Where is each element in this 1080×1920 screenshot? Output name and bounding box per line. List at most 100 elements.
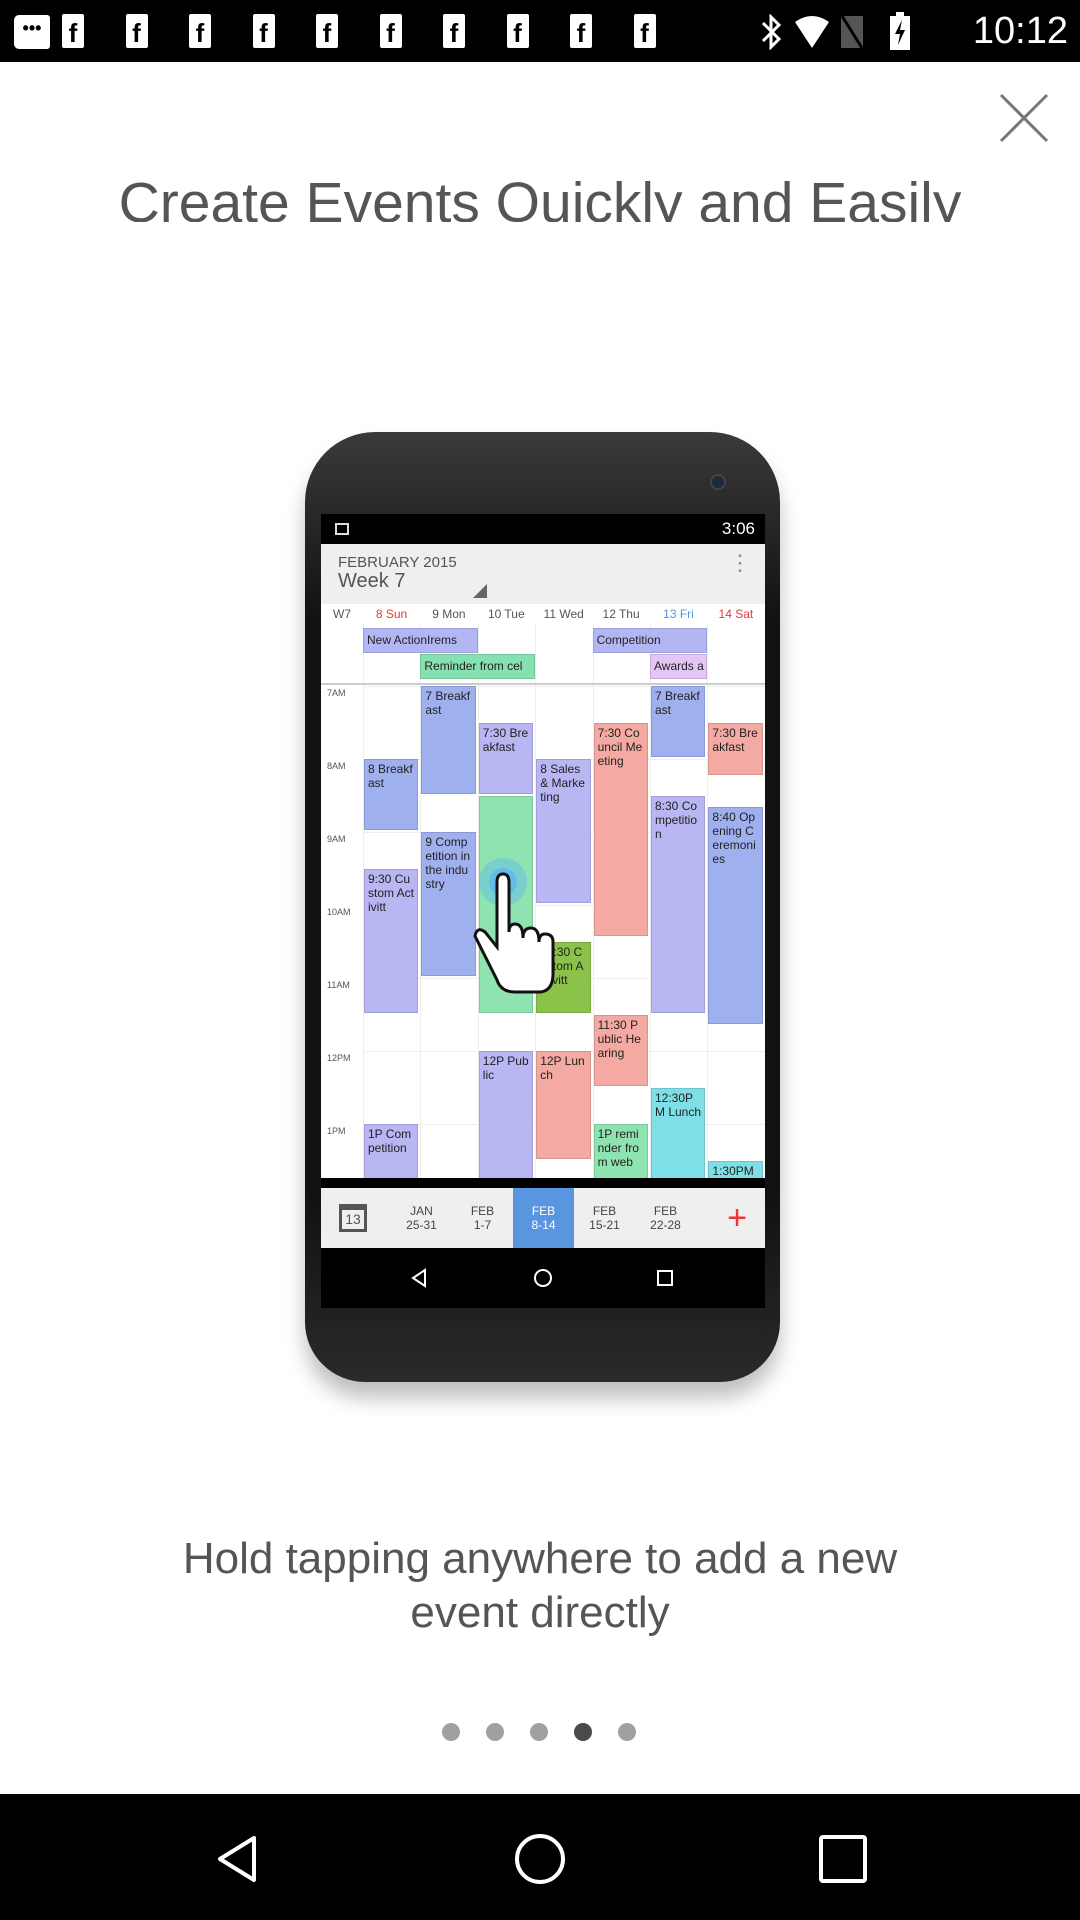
all-day-divider	[321, 683, 765, 685]
day-header-row: W7 8 Sun 9 Mon 10 Tue 11 Wed 12 Thu 13 Fri 14 …	[321, 604, 765, 624]
hour-label: 12PM	[327, 1053, 351, 1063]
calendar-event: 8 Breakfast	[364, 759, 419, 830]
calendar-event: 1P reminder from web	[593, 1124, 648, 1178]
facebook-icon: f	[379, 14, 402, 48]
all-day-event: Competition	[592, 628, 708, 653]
page-dot[interactable]	[530, 1723, 548, 1741]
wifi-icon	[795, 16, 829, 48]
hour-label: 10AM	[327, 907, 351, 917]
calendar-event: 12:30PM Lunch	[651, 1087, 706, 1178]
all-day-event: Awards a	[650, 654, 708, 679]
bluetooth-icon	[761, 14, 782, 50]
recents-icon	[657, 1270, 673, 1286]
day-header: 9 Mon	[432, 607, 466, 621]
facebook-icon: f	[189, 14, 211, 48]
hour-label: 9AM	[327, 834, 346, 844]
illustration-header: FEBRUARY 2015 Week 7 ⋮	[321, 544, 765, 604]
page-dot[interactable]	[442, 1723, 460, 1741]
messenger-icon: •••	[14, 15, 50, 49]
week-option: FEB 1-7	[452, 1188, 513, 1248]
recents-button[interactable]	[816, 1832, 870, 1886]
page-dot[interactable]	[618, 1723, 636, 1741]
overflow-menu-icon: ⋮	[729, 550, 751, 575]
month-label: FEBRUARY 2015	[338, 554, 457, 571]
day-header: 13 Fri	[663, 607, 694, 621]
day-header: 10 Tue	[487, 607, 525, 621]
week-month: FEB	[653, 1204, 678, 1218]
facebook-icon: f	[570, 14, 592, 48]
week-month: FEB	[592, 1204, 617, 1218]
back-icon	[411, 1268, 426, 1288]
facebook-icon: f	[443, 14, 465, 48]
calendar-event: 9:30 Custom Activitt	[364, 868, 419, 1013]
illustration-nav-bar	[321, 1248, 765, 1308]
day-header: 11 Wed	[543, 607, 584, 621]
calendar-today-icon: 13	[339, 1204, 367, 1232]
hour-label: 1PM	[327, 1126, 346, 1136]
add-icon: +	[727, 1199, 747, 1237]
navigation-bar	[0, 1794, 1080, 1920]
calendar-event: 12P Public	[478, 1051, 534, 1178]
hour-label: 8AM	[327, 761, 346, 771]
dropdown-triangle-icon	[473, 584, 487, 598]
week-month: FEB	[470, 1204, 495, 1218]
all-day-event: New ActionIrems	[363, 628, 478, 653]
week-month: FEB	[531, 1204, 556, 1218]
calendar-event: 7:30 Breakfast	[708, 722, 763, 776]
facebook-icon: f	[62, 14, 84, 48]
title-container: Create Events Quickly and Easily	[0, 168, 1080, 222]
page-dot[interactable]	[574, 1723, 592, 1741]
status-bar: ••• f f f f f f f f f f 10:12	[0, 0, 1080, 62]
camera-icon	[710, 474, 726, 490]
week-month: JAN	[410, 1204, 433, 1218]
calendar-event: 7:30 Breakfast	[478, 722, 534, 794]
facebook-icon: f	[316, 14, 338, 48]
week-range: 25-31	[406, 1218, 437, 1232]
clock: 10:12	[972, 10, 1068, 52]
week-range: 22-28	[650, 1218, 681, 1232]
calendar-event: 8:40 Opening Ceremonies	[708, 807, 763, 1025]
calendar-event: 9 Competition in the industry	[421, 832, 476, 976]
calendar-event: 11:30 Public Hearing	[593, 1014, 648, 1086]
hour-label: 11AM	[327, 980, 350, 990]
calendar-event: 1P Competition	[364, 1124, 419, 1178]
week-range: 1-7	[473, 1218, 492, 1232]
week-range: 15-21	[589, 1218, 620, 1232]
image-icon	[335, 523, 349, 535]
illustration-time: 3:06	[721, 519, 755, 538]
back-button[interactable]	[210, 1832, 264, 1886]
week-range: 8-14	[531, 1218, 556, 1232]
calendar-event: 1:30PM Awards	[708, 1160, 763, 1178]
day-header: 14 Sat	[718, 607, 754, 621]
week-option: FEB 8-14	[513, 1188, 574, 1248]
home-button[interactable]	[513, 1832, 567, 1886]
week-option: JAN 25-31	[391, 1188, 452, 1248]
hour-label: 7AM	[327, 688, 346, 698]
page-indicator	[0, 1723, 1080, 1741]
calendar-event: 8:30 Competition	[651, 795, 706, 1013]
facebook-icon: f	[125, 14, 148, 48]
week-option: FEB 15-21	[574, 1188, 635, 1248]
illustration-status-bar: 3:06	[321, 514, 765, 544]
calendar-event: 7 Breakfast	[651, 686, 706, 757]
tap-hand-icon	[473, 858, 555, 994]
all-day-event: Reminder from cel	[420, 654, 536, 679]
home-icon	[534, 1269, 552, 1287]
calendar-event: 12P Lunch	[536, 1051, 591, 1159]
phone-screen: 3:06 FEBRUARY 2015 Week 7 ⋮ W7 8 Sun 9 Mo…	[321, 514, 765, 1308]
facebook-icon: f	[506, 14, 529, 48]
calendar-event: 7:30 Council Meeting	[593, 722, 648, 936]
calendar-event: 7 Breakfast	[421, 686, 476, 794]
no-sim-icon	[840, 15, 864, 49]
page-dot[interactable]	[486, 1723, 504, 1741]
phone-illustration: 3:06 FEBRUARY 2015 Week 7 ⋮ W7 8 Sun 9 Mo…	[305, 432, 780, 1382]
day-header: 12 Thu	[602, 607, 640, 621]
onboarding-caption: Hold tapping anywhere to add a new event…	[0, 1532, 1080, 1640]
caption-line-1: Hold tapping anywhere to add a new	[182, 1534, 898, 1583]
facebook-icon: f	[633, 14, 656, 48]
page-title: Create Events Quickly and Easily	[118, 171, 962, 222]
week-number: W7	[333, 607, 351, 621]
close-icon[interactable]	[998, 92, 1050, 144]
week-option: FEB 22-28	[635, 1188, 696, 1248]
caption-line-2: event directly	[410, 1588, 670, 1637]
